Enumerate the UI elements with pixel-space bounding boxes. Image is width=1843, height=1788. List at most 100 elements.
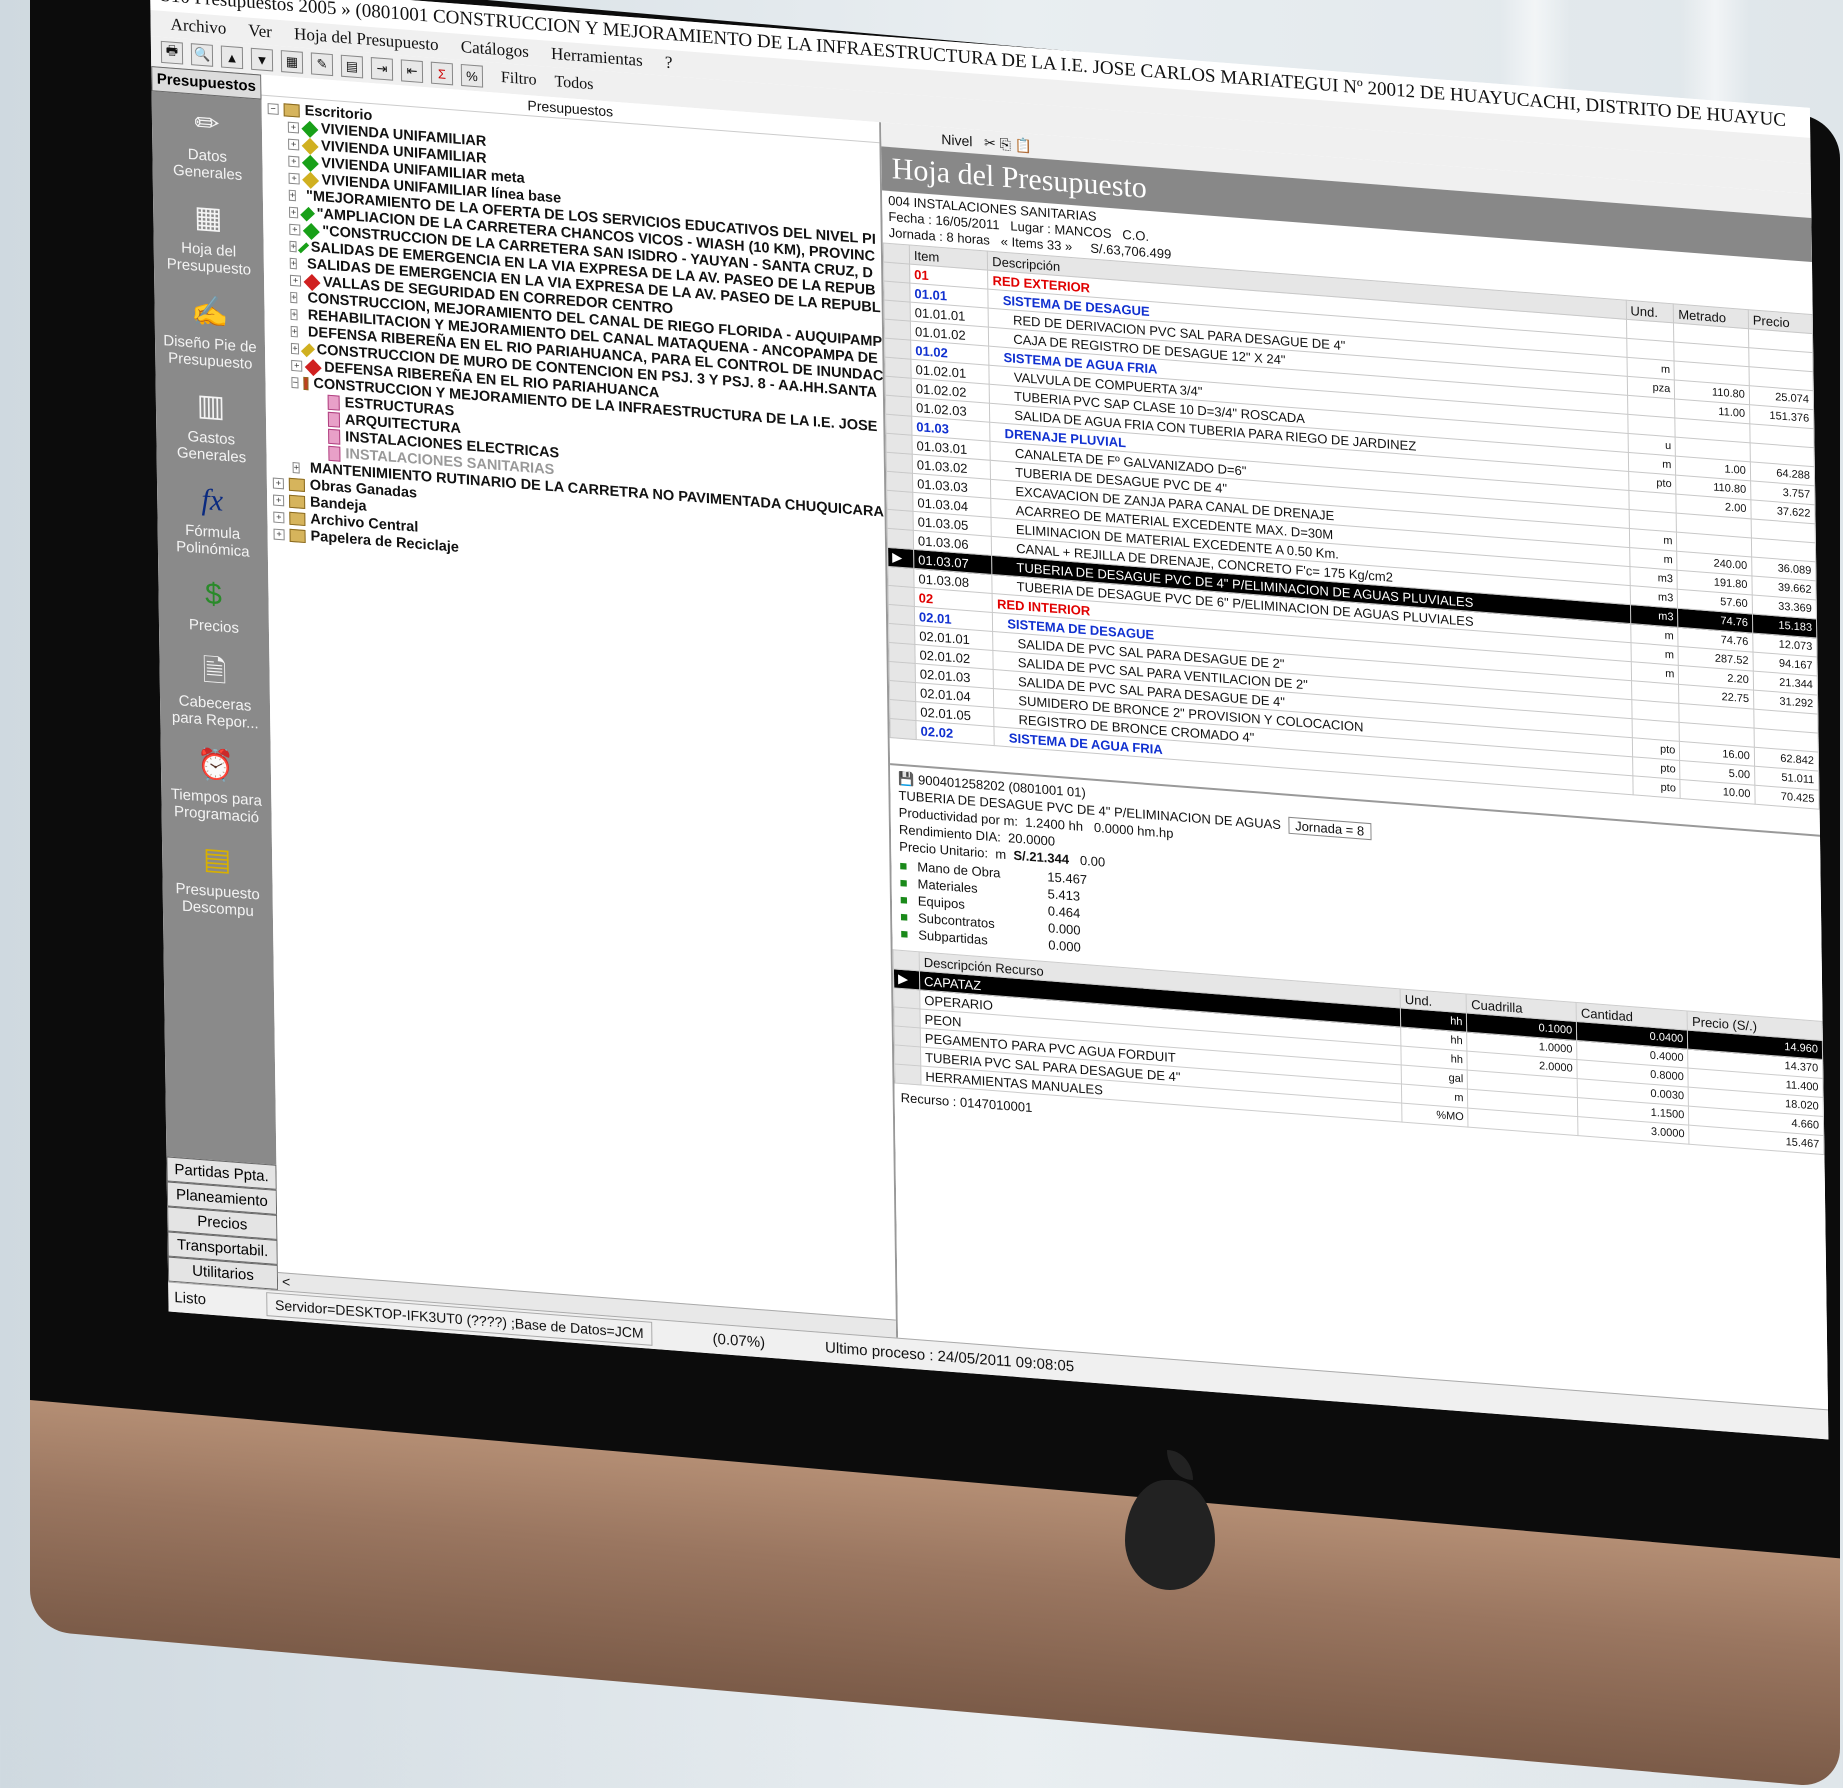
- row-selector[interactable]: [888, 585, 914, 606]
- row-selector[interactable]: [888, 566, 914, 587]
- extra-value: 0.00: [1080, 853, 1106, 870]
- sidebar-item-diseno-pie[interactable]: ✍ Diseño Pie de Presupuesto: [154, 279, 265, 382]
- expand-icon[interactable]: +: [291, 326, 298, 338]
- menu-herramientas[interactable]: Herramientas: [551, 44, 643, 70]
- res-und-cell[interactable]: %MO: [1402, 1103, 1469, 1127]
- expand-icon[interactable]: +: [290, 292, 297, 304]
- expand-icon[interactable]: +: [288, 156, 299, 168]
- row-selector[interactable]: [885, 376, 911, 397]
- outdent-icon[interactable]: ⇤: [401, 59, 423, 83]
- collapse-icon[interactable]: −: [268, 103, 279, 115]
- row-selector[interactable]: [888, 604, 914, 625]
- folder-icon: [289, 495, 305, 509]
- menu-help[interactable]: ?: [665, 53, 673, 73]
- expand-icon[interactable]: +: [273, 512, 284, 524]
- down-arrow-icon[interactable]: ▼: [251, 48, 273, 72]
- row-selector[interactable]: [887, 490, 913, 511]
- folder-icon: [289, 512, 305, 526]
- row-selector[interactable]: [895, 1064, 921, 1085]
- row-selector[interactable]: [889, 623, 915, 644]
- row-selector[interactable]: [894, 1026, 920, 1047]
- row-selector[interactable]: [887, 528, 913, 549]
- print-icon[interactable]: 🖶: [161, 41, 183, 65]
- sidebar-item-label: Datos Generales: [173, 146, 242, 184]
- view-icon[interactable]: ▦: [281, 50, 303, 74]
- expand-icon[interactable]: +: [293, 462, 300, 474]
- row-selector[interactable]: [885, 357, 911, 378]
- pencil-icon: ✏: [185, 102, 230, 145]
- sum-icon[interactable]: Σ: [431, 62, 453, 86]
- collapse-icon[interactable]: −: [291, 377, 298, 389]
- sidebar-item-label: Hoja del Presupuesto: [167, 239, 251, 278]
- row-selector[interactable]: [894, 988, 920, 1009]
- sidebar-item-formula[interactable]: fx Fórmula Polinómica: [157, 468, 268, 571]
- budget-icon: [302, 137, 319, 154]
- up-arrow-icon[interactable]: ▲: [221, 45, 243, 69]
- row-selector[interactable]: [889, 642, 915, 663]
- edit-icon[interactable]: ✎: [311, 52, 333, 76]
- menu-catalogos[interactable]: Catálogos: [461, 37, 529, 61]
- budget-icon: [301, 343, 315, 357]
- row-selector[interactable]: [886, 471, 912, 492]
- row-selector[interactable]: [889, 662, 915, 683]
- expand-icon[interactable]: +: [291, 343, 299, 355]
- row-selector[interactable]: [894, 1007, 920, 1028]
- expand-icon[interactable]: +: [288, 139, 299, 151]
- budget-icon: [303, 222, 320, 239]
- save-icon[interactable]: 💾: [898, 771, 914, 787]
- sidebar-item-datos-generales[interactable]: ✏ Datos Generales: [152, 91, 263, 194]
- sidebar-item-tiempos[interactable]: ⏰ Tiempos para Programació: [160, 733, 271, 836]
- budget-icon: [305, 359, 322, 376]
- sidebar-item-gastos-generales[interactable]: ▥ Gastos Generales: [155, 373, 266, 476]
- row-selector[interactable]: [884, 300, 910, 321]
- indent-icon[interactable]: ⇥: [371, 57, 393, 81]
- row-selector[interactable]: ▶: [888, 547, 914, 568]
- preview-icon[interactable]: 🔍: [191, 43, 213, 67]
- expand-icon[interactable]: +: [289, 241, 296, 253]
- row-selector[interactable]: [884, 262, 910, 283]
- menu-ver[interactable]: Ver: [248, 21, 272, 42]
- cut-icon[interactable]: ✂: [984, 134, 996, 151]
- books-icon: ▥: [189, 384, 234, 427]
- expand-icon[interactable]: +: [290, 258, 297, 270]
- percent-icon[interactable]: %: [461, 64, 483, 88]
- expand-icon[interactable]: +: [273, 478, 284, 490]
- menu-archivo[interactable]: Archivo: [170, 15, 226, 38]
- und-cell[interactable]: pto: [1632, 776, 1680, 799]
- expand-icon[interactable]: +: [291, 360, 302, 372]
- sidebar-item-descompuesto[interactable]: ▤ Presupuesto Descompu: [162, 827, 273, 930]
- filter-select[interactable]: Todos: [554, 73, 593, 94]
- sidebar-item-precios[interactable]: $ Precios: [158, 562, 269, 648]
- precio-cell[interactable]: 70.425: [1755, 785, 1819, 809]
- expand-icon[interactable]: +: [289, 190, 296, 202]
- copy-icon[interactable]: ⎘: [1000, 135, 1011, 152]
- expand-icon[interactable]: +: [290, 309, 297, 321]
- clock-icon: ⏰: [194, 743, 239, 786]
- row-selector[interactable]: [886, 414, 912, 435]
- row-selector[interactable]: [890, 700, 916, 721]
- expand-icon[interactable]: +: [274, 529, 285, 541]
- layout-icon[interactable]: ▤: [341, 55, 363, 79]
- expand-icon[interactable]: +: [288, 122, 299, 134]
- paste-icon[interactable]: 📋: [1015, 137, 1033, 154]
- row-selector[interactable]: [886, 433, 912, 454]
- expand-icon[interactable]: +: [273, 495, 284, 507]
- row-selector[interactable]: [885, 338, 911, 359]
- row-selector[interactable]: [887, 509, 913, 530]
- row-selector[interactable]: [894, 1045, 920, 1066]
- sidebar-item-cabeceras[interactable]: 🗎 Cabeceras para Repor...: [159, 639, 270, 742]
- row-selector[interactable]: [884, 281, 910, 302]
- row-selector[interactable]: [885, 395, 911, 416]
- level-select[interactable]: Nivel: [941, 131, 972, 149]
- sidebar-item-hoja-presupuesto[interactable]: ▦ Hoja del Presupuesto: [153, 185, 264, 288]
- row-selector[interactable]: [886, 452, 912, 473]
- expand-icon[interactable]: +: [289, 173, 300, 185]
- expand-icon[interactable]: +: [289, 207, 298, 219]
- row-selector[interactable]: [889, 681, 915, 702]
- row-selector[interactable]: ▶: [893, 969, 919, 990]
- sidebar-item-label: Gastos Generales: [177, 428, 246, 467]
- expand-icon[interactable]: +: [289, 224, 300, 236]
- row-selector[interactable]: [890, 719, 916, 740]
- row-selector[interactable]: [884, 319, 910, 340]
- expand-icon[interactable]: +: [290, 275, 301, 287]
